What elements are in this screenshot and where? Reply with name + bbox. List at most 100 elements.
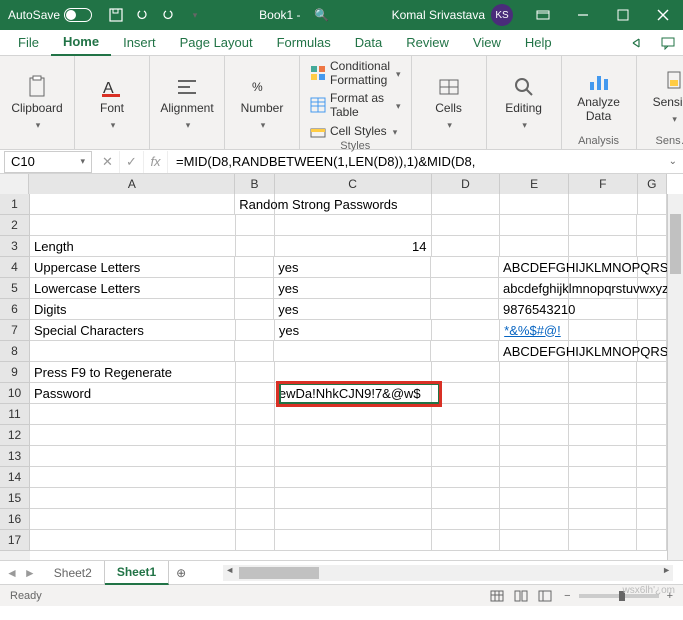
cell-E2[interactable] [500, 215, 569, 236]
save-icon[interactable] [108, 7, 124, 23]
zoom-out-icon[interactable]: − [564, 590, 570, 602]
cell-E13[interactable] [500, 446, 569, 467]
cell-B17[interactable] [236, 530, 275, 551]
cell-A14[interactable] [30, 467, 236, 488]
cell-E15[interactable] [500, 488, 569, 509]
cell-G10[interactable] [637, 383, 667, 404]
tab-file[interactable]: File [0, 30, 51, 56]
cell-C2[interactable] [275, 215, 432, 236]
cell-grid[interactable]: Random Strong PasswordsLength14Uppercase… [30, 194, 667, 560]
cell-E4[interactable]: ABCDEFGHIJKLMNOPQRSTUVWXYZ [499, 257, 569, 278]
cell-F14[interactable] [569, 467, 638, 488]
page-layout-view-icon[interactable] [510, 587, 532, 605]
search-icon[interactable]: 🔍 [311, 8, 333, 22]
cell-G16[interactable] [637, 509, 667, 530]
cell-G2[interactable] [637, 215, 667, 236]
clipboard-button[interactable]: Clipboard [6, 75, 68, 131]
sensitivity-button[interactable]: Sensi… [643, 69, 683, 125]
enter-icon[interactable]: ✓ [120, 151, 144, 173]
cells-button[interactable]: Cells [418, 75, 480, 131]
cell-D9[interactable] [432, 362, 501, 383]
qat-dropdown-icon[interactable] [186, 7, 202, 23]
cell-G3[interactable] [637, 236, 667, 257]
cell-D3[interactable] [432, 236, 501, 257]
tab-view[interactable]: View [461, 30, 513, 56]
cell-B3[interactable] [236, 236, 275, 257]
cell-B15[interactable] [236, 488, 275, 509]
spreadsheet[interactable]: A B C D E F G 1234567891011121314151617 … [0, 174, 683, 560]
cell-E6[interactable]: 9876543210 [499, 299, 569, 320]
cell-B4[interactable] [235, 257, 274, 278]
cell-B8[interactable] [235, 341, 274, 362]
user-account[interactable]: Komal Srivastava KS [382, 4, 523, 26]
cell-C4[interactable]: yes [274, 257, 430, 278]
cell-A2[interactable] [30, 215, 236, 236]
cell-C5[interactable]: yes [274, 278, 430, 299]
editing-button[interactable]: Editing [493, 75, 555, 131]
undo-icon[interactable] [134, 7, 150, 23]
toggle-off-icon[interactable] [64, 8, 92, 22]
cell-F10[interactable] [569, 383, 638, 404]
next-sheet-icon[interactable]: ► [24, 566, 36, 580]
cell-F6[interactable] [569, 299, 638, 320]
cell-E14[interactable] [500, 467, 569, 488]
cell-E16[interactable] [500, 509, 569, 530]
cell-A11[interactable] [30, 404, 236, 425]
tab-help[interactable]: Help [513, 30, 564, 56]
cell-A10[interactable]: Password [30, 383, 236, 404]
tab-home[interactable]: Home [51, 30, 111, 56]
cell-B10[interactable] [236, 383, 275, 404]
cell-F13[interactable] [569, 446, 638, 467]
cell-C9[interactable] [275, 362, 432, 383]
cell-F17[interactable] [569, 530, 638, 551]
cell-D10[interactable] [432, 383, 501, 404]
col-C[interactable]: C [275, 174, 432, 194]
cell-B7[interactable] [236, 320, 275, 341]
cell-C17[interactable] [275, 530, 432, 551]
cell-D1[interactable] [432, 194, 501, 215]
col-A[interactable]: A [29, 174, 235, 194]
cell-E3[interactable] [500, 236, 569, 257]
cell-F9[interactable] [569, 362, 638, 383]
cell-D13[interactable] [432, 446, 501, 467]
cell-F12[interactable] [569, 425, 638, 446]
cell-F11[interactable] [569, 404, 638, 425]
cell-G14[interactable] [637, 467, 667, 488]
row-1[interactable]: 1 [0, 194, 30, 215]
fx-icon[interactable]: fx [144, 151, 168, 173]
number-button[interactable]: %Number [231, 75, 293, 131]
cell-A8[interactable] [30, 341, 235, 362]
tab-page-layout[interactable]: Page Layout [168, 30, 265, 56]
cell-F1[interactable] [569, 194, 638, 215]
prev-sheet-icon[interactable]: ◄ [6, 566, 18, 580]
cell-A5[interactable]: Lowercase Letters [30, 278, 235, 299]
comments-icon[interactable] [653, 30, 683, 56]
cell-G6[interactable] [638, 299, 667, 320]
cell-F16[interactable] [569, 509, 638, 530]
cell-F15[interactable] [569, 488, 638, 509]
cell-D8[interactable] [431, 341, 500, 362]
cell-B2[interactable] [236, 215, 275, 236]
cell-A16[interactable] [30, 509, 236, 530]
cell-E9[interactable] [500, 362, 569, 383]
cell-G12[interactable] [637, 425, 667, 446]
font-button[interactable]: AFont [81, 75, 143, 131]
horizontal-scrollbar[interactable] [223, 565, 673, 581]
cell-B11[interactable] [236, 404, 275, 425]
tab-formulas[interactable]: Formulas [265, 30, 343, 56]
cell-A17[interactable] [30, 530, 236, 551]
cell-A6[interactable]: Digits [30, 299, 235, 320]
cell-G17[interactable] [637, 530, 667, 551]
cell-D7[interactable] [432, 320, 501, 341]
cell-E12[interactable] [500, 425, 569, 446]
cell-B16[interactable] [236, 509, 275, 530]
cell-A7[interactable]: Special Characters [30, 320, 236, 341]
cell-C10[interactable]: ewDa!NhkCJN9!7&@w$ [275, 383, 432, 404]
autosave-toggle[interactable]: AutoSave [0, 8, 100, 22]
cell-B12[interactable] [236, 425, 275, 446]
cell-F3[interactable] [569, 236, 638, 257]
cell-A12[interactable] [30, 425, 236, 446]
cell-C7[interactable]: yes [275, 320, 432, 341]
cell-C12[interactable] [275, 425, 432, 446]
name-box[interactable]: C10▾ [4, 151, 92, 173]
